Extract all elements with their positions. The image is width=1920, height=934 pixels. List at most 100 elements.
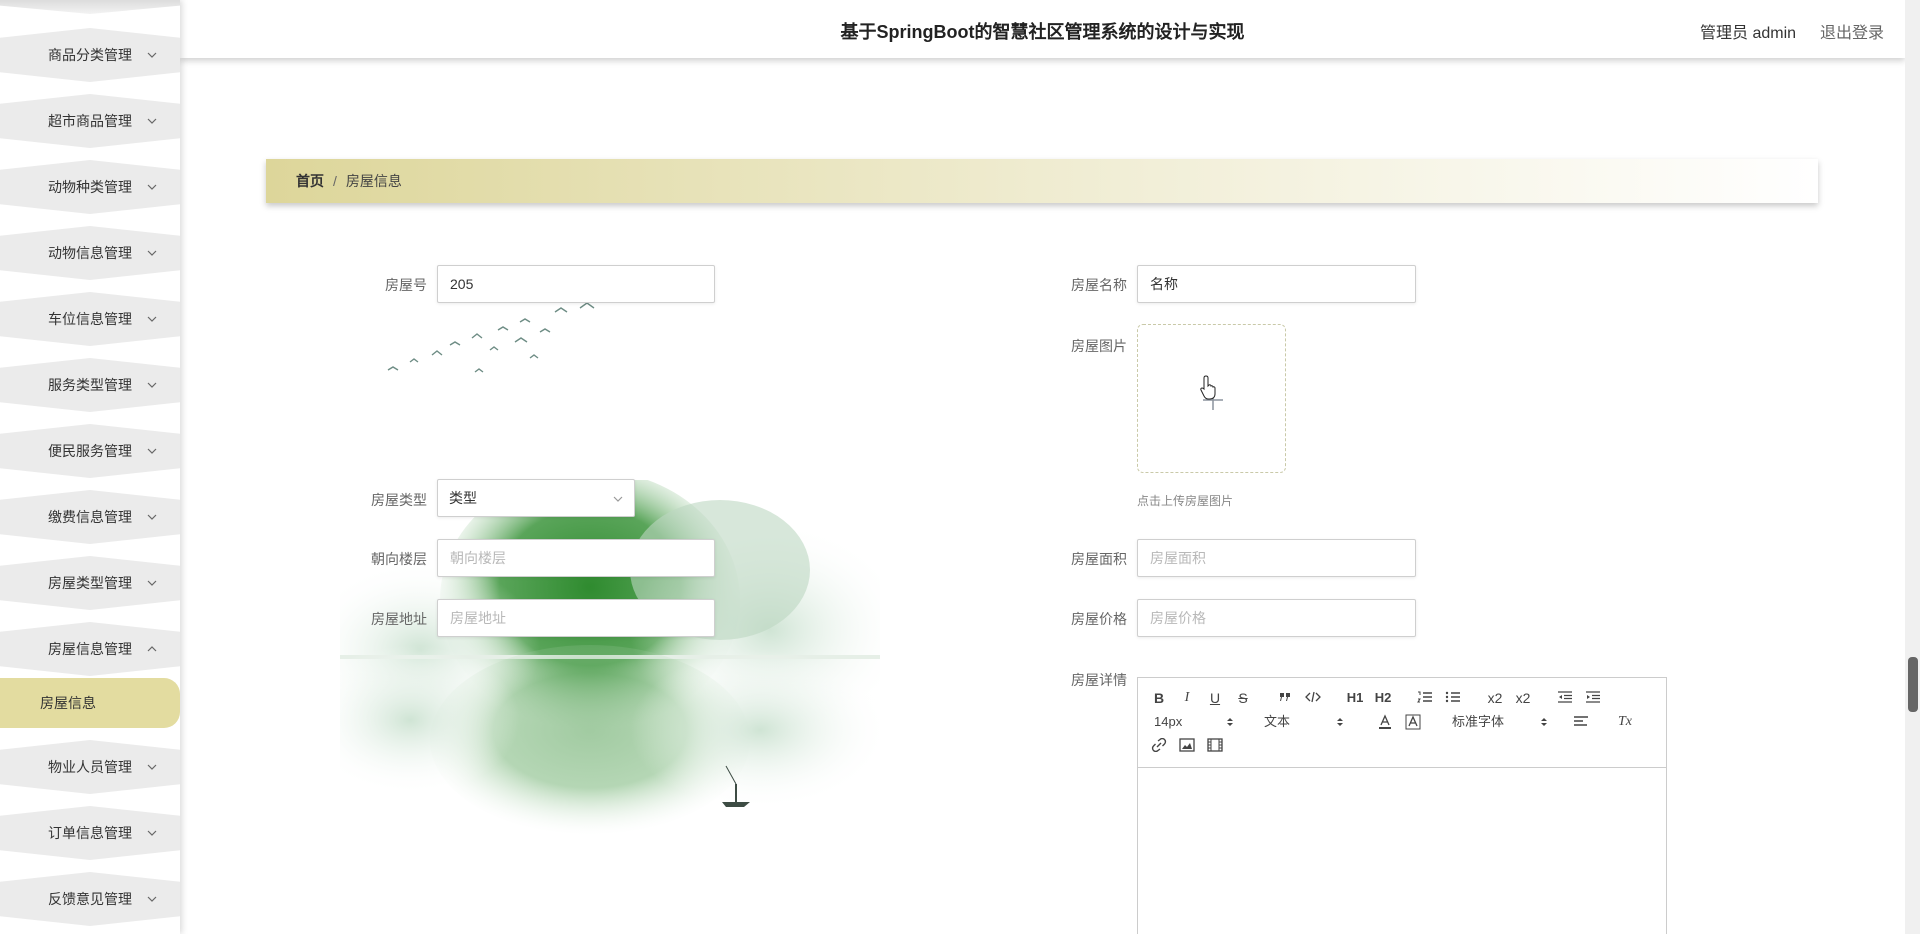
sidebar-item-label: 房屋类型管理 <box>48 575 132 591</box>
h1-button[interactable]: H1 <box>1344 688 1366 708</box>
font-color-icon <box>1379 714 1391 729</box>
sidebar-item-payment-info[interactable]: 缴费信息管理 <box>0 490 180 544</box>
room-no-input[interactable] <box>437 265 715 303</box>
font-color-button[interactable] <box>1374 712 1396 732</box>
editor-content-area[interactable] <box>1138 768 1666 934</box>
chevron-down-icon <box>147 184 157 190</box>
room-name-input[interactable] <box>1137 265 1416 303</box>
code-block-button[interactable] <box>1302 688 1324 708</box>
price-input[interactable] <box>1137 599 1416 637</box>
updown-arrows-icon <box>1227 718 1233 726</box>
room-type-selected-value: 类型 <box>449 490 477 506</box>
chevron-down-icon <box>147 448 157 454</box>
updown-arrows-icon <box>1337 718 1343 726</box>
sidebar-item-order-info[interactable]: 订单信息管理 <box>0 806 180 860</box>
indent-icon <box>1586 691 1600 703</box>
orientation-label: 朝向楼层 <box>371 551 427 567</box>
sidebar-item-house-type[interactable]: 房屋类型管理 <box>0 556 180 610</box>
sidebar-item-label: 物业人员管理 <box>48 759 132 775</box>
outdent-button[interactable] <box>1554 688 1576 708</box>
chevron-down-icon <box>147 830 157 836</box>
rich-text-editor: B I U S H1 H2 x2 x2 14px 文本 标准字体 Tx <box>1137 677 1667 934</box>
sidebar-subitem-house-info[interactable]: 房屋信息 <box>0 678 180 728</box>
block-format-select[interactable]: 文本 <box>1264 712 1348 732</box>
sidebar-item-label: 订单信息管理 <box>48 825 132 841</box>
font-family-select[interactable]: 标准字体 <box>1452 712 1548 732</box>
sidebar-item-feedback[interactable]: 反馈意见管理 <box>0 872 180 926</box>
orientation-input[interactable] <box>437 539 715 577</box>
sidebar-item-label: 超市商品管理 <box>48 113 132 129</box>
blockquote-button[interactable] <box>1274 688 1296 708</box>
sidebar-item-house-info[interactable]: 房屋信息管理 <box>0 622 180 676</box>
chevron-down-icon <box>147 118 157 124</box>
subscript-button[interactable]: x2 <box>1484 688 1506 708</box>
ordered-list-button[interactable] <box>1414 688 1436 708</box>
sidebar-item-property-staff[interactable]: 物业人员管理 <box>0 740 180 794</box>
clear-format-button[interactable]: Tx <box>1614 712 1636 732</box>
background-color-button[interactable] <box>1402 712 1424 732</box>
sidebar-item-label: 动物种类管理 <box>48 179 132 195</box>
sidebar-item-animal-info[interactable]: 动物信息管理 <box>0 226 180 280</box>
page-scrollbar[interactable] <box>1905 0 1920 934</box>
sidebar-item-supermarket-goods[interactable]: 超市商品管理 <box>0 94 180 148</box>
sidebar-item-parking-info[interactable]: 车位信息管理 <box>0 292 180 346</box>
background-color-icon <box>1405 714 1421 730</box>
font-family-value: 标准字体 <box>1452 714 1505 729</box>
video-button[interactable] <box>1204 736 1226 756</box>
breadcrumb-home[interactable]: 首页 <box>296 171 324 191</box>
room-name-label: 房屋名称 <box>1071 277 1127 293</box>
room-no-label: 房屋号 <box>385 277 427 293</box>
chevron-down-icon <box>147 382 157 388</box>
image-button[interactable] <box>1176 736 1198 756</box>
underline-button[interactable]: U <box>1204 688 1226 708</box>
ordered-list-icon <box>1417 691 1432 703</box>
chevron-down-icon <box>147 250 157 256</box>
sidebar-top-fragment <box>0 0 180 14</box>
breadcrumb-separator: / <box>333 173 337 189</box>
chevron-down-icon <box>147 580 157 586</box>
h2-button[interactable]: H2 <box>1372 688 1394 708</box>
updown-arrows-icon <box>1541 718 1547 726</box>
link-icon <box>1151 738 1167 752</box>
sidebar-item-animal-species[interactable]: 动物种类管理 <box>0 160 180 214</box>
sidebar-item-label: 房屋信息管理 <box>48 641 132 657</box>
superscript-button[interactable]: x2 <box>1512 688 1534 708</box>
address-label: 房屋地址 <box>371 611 427 627</box>
address-input[interactable] <box>437 599 715 637</box>
quote-icon <box>1280 693 1290 701</box>
strike-button[interactable]: S <box>1232 688 1254 708</box>
app-title: 基于SpringBoot的智慧社区管理系统的设计与实现 <box>840 22 1245 42</box>
scrollbar-thumb[interactable] <box>1908 657 1918 712</box>
chevron-down-icon <box>147 52 157 58</box>
sidebar-item-label: 车位信息管理 <box>48 311 132 327</box>
logout-link[interactable]: 退出登录 <box>1820 19 1884 43</box>
bullet-list-button[interactable] <box>1442 688 1464 708</box>
sidebar-item-label: 便民服务管理 <box>48 443 132 459</box>
bullet-list-icon <box>1445 691 1460 703</box>
font-size-select[interactable]: 14px <box>1154 712 1238 732</box>
sidebar-item-label: 反馈意见管理 <box>48 891 132 907</box>
image-icon <box>1179 738 1195 752</box>
breadcrumb-current: 房屋信息 <box>345 173 402 189</box>
detail-label: 房屋详情 <box>1071 672 1127 688</box>
birds-decoration <box>387 302 595 373</box>
sidebar-item-convenience-service[interactable]: 便民服务管理 <box>0 424 180 478</box>
block-format-value: 文本 <box>1264 714 1291 729</box>
indent-button[interactable] <box>1582 688 1604 708</box>
breadcrumb: 首页 / 房屋信息 <box>266 159 1818 203</box>
area-input[interactable] <box>1137 539 1416 577</box>
ink-landscape-decoration <box>340 480 880 835</box>
code-icon <box>1305 691 1321 703</box>
font-size-value: 14px <box>1154 714 1183 729</box>
price-label: 房屋价格 <box>1071 611 1127 627</box>
top-header: 基于SpringBoot的智慧社区管理系统的设计与实现 管理员 admin 退出… <box>180 0 1905 58</box>
italic-button[interactable]: I <box>1176 688 1198 708</box>
sidebar-item-label: 动物信息管理 <box>48 245 132 261</box>
sidebar-item-product-category[interactable]: 商品分类管理 <box>0 28 180 82</box>
chevron-down-icon <box>147 514 157 520</box>
align-button[interactable] <box>1570 712 1592 732</box>
room-type-select[interactable]: 类型 <box>437 479 635 517</box>
link-button[interactable] <box>1148 736 1170 756</box>
sidebar-item-service-type[interactable]: 服务类型管理 <box>0 358 180 412</box>
bold-button[interactable]: B <box>1148 688 1170 708</box>
